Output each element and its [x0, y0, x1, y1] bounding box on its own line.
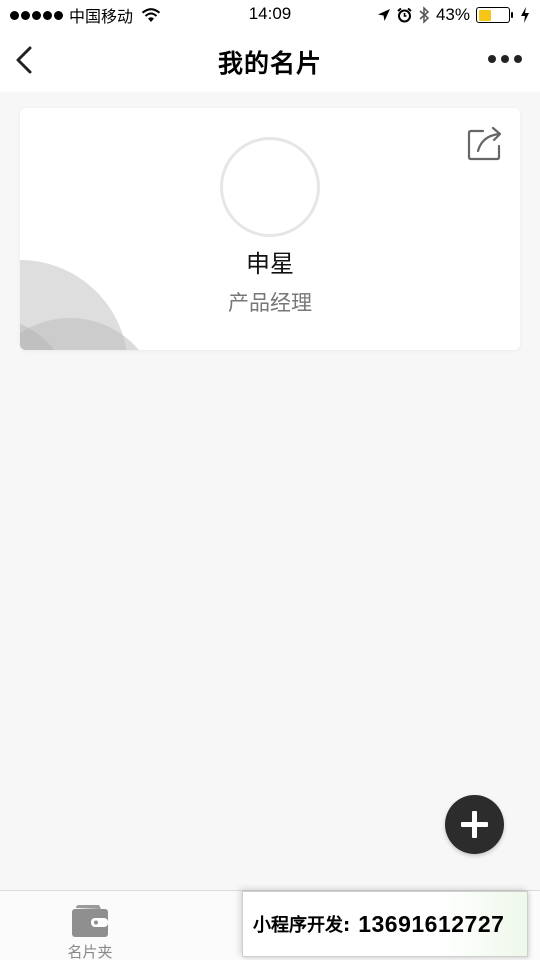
charging-icon	[521, 7, 529, 23]
tab-card-holder[interactable]: 名片夹	[0, 891, 180, 960]
business-card[interactable]: 申星 产品经理	[20, 108, 520, 350]
wallet-icon	[72, 905, 108, 937]
battery-fill	[478, 9, 491, 21]
add-card-button[interactable]	[445, 795, 504, 854]
more-dots-icon[interactable]	[488, 55, 522, 63]
location-arrow-icon	[377, 9, 390, 21]
battery-icon	[476, 7, 513, 23]
promo-banner[interactable]: 小程序开发: 13691612727	[242, 891, 528, 957]
share-icon[interactable]	[466, 124, 504, 162]
card-name: 申星	[246, 250, 294, 278]
page-title: 我的名片	[217, 49, 322, 78]
tab-label: 名片夹	[67, 943, 113, 960]
status-bar: 中国移动 14:09 43%	[0, 0, 540, 30]
promo-phone: 13691612727	[358, 910, 505, 937]
bluetooth-icon	[419, 6, 430, 24]
card-job-title: 产品经理	[228, 291, 312, 315]
alarm-icon	[397, 7, 412, 23]
nav-bar: 我的名片	[0, 30, 540, 92]
battery-percent: 43%	[435, 5, 470, 24]
avatar[interactable]	[220, 137, 320, 237]
promo-label: 小程序开发:	[253, 915, 351, 936]
status-right: 43%	[377, 4, 530, 26]
